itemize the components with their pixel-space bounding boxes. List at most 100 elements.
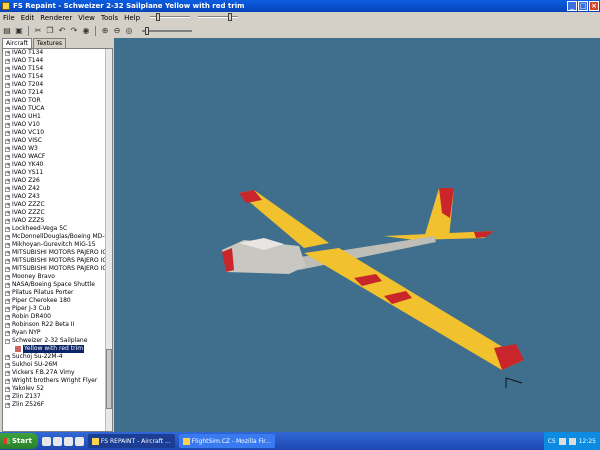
expand-toggle-icon[interactable]: −	[5, 338, 10, 344]
tree-item[interactable]: + Robin DR400	[3, 313, 112, 321]
expand-toggle-icon[interactable]: +	[5, 202, 10, 208]
tree-item[interactable]: + IVAO VC10	[3, 129, 112, 137]
quick-launch-icon[interactable]	[74, 436, 84, 446]
expand-toggle-icon[interactable]: +	[5, 290, 10, 296]
tree-item[interactable]: + IVAO W3	[3, 145, 112, 153]
slider-thumb[interactable]	[156, 13, 161, 21]
slider-thumb[interactable]	[227, 13, 232, 21]
tree-item[interactable]: + IVAO Z43	[3, 193, 112, 201]
expand-toggle-icon[interactable]: +	[5, 282, 10, 288]
tree-item[interactable]: + MITSUBISHI MOTORS PAJERO IO	[3, 257, 112, 265]
tree-item[interactable]: + Zlin Z526F	[3, 401, 112, 409]
tab-textures[interactable]: Textures	[32, 38, 67, 48]
expand-toggle-icon[interactable]: +	[5, 370, 10, 376]
model-viewport[interactable]	[114, 38, 600, 432]
close-button[interactable]: ×	[589, 1, 599, 11]
expand-toggle-icon[interactable]: +	[5, 330, 10, 336]
light-slider-1[interactable]	[150, 13, 190, 21]
tree-item[interactable]: + Mikhoyan-Gurevitch MiG-15	[3, 241, 112, 249]
expand-toggle-icon[interactable]: +	[5, 162, 10, 168]
quick-launch-icon[interactable]	[41, 436, 51, 446]
tree-item[interactable]: − Schweizer 2-32 Sailplane	[3, 337, 112, 345]
zoom-slider[interactable]	[142, 26, 192, 36]
menu-edit[interactable]: Edit	[18, 14, 38, 22]
expand-toggle-icon[interactable]: +	[5, 226, 10, 232]
tree-item[interactable]: + IVAO ZZZC	[3, 201, 112, 209]
start-button[interactable]: Start	[0, 433, 38, 449]
expand-toggle-icon[interactable]: +	[5, 186, 10, 192]
tray-icon[interactable]	[558, 437, 566, 445]
quick-launch-icon[interactable]	[63, 436, 73, 446]
aircraft-tree[interactable]: + IVAO T134 + IVAO T144 + IVAO T154 + IVAO T154…	[2, 48, 113, 432]
tree-item[interactable]: + Piper Cherokee 180	[3, 297, 112, 305]
tree-item[interactable]: + IVAO T154	[3, 73, 112, 81]
tree-item[interactable]: + Piper J-3 Cub	[3, 305, 112, 313]
tree-item[interactable]: + Zlin Z137	[3, 393, 112, 401]
open-icon[interactable]: ▤	[2, 26, 12, 36]
taskbar-item-fsrepaint[interactable]: FS REPAINT - Aircraft ...	[87, 434, 175, 448]
tree-item[interactable]: + Vickers F.B.27A Vimy	[3, 369, 112, 377]
expand-toggle-icon[interactable]: +	[5, 90, 10, 96]
expand-toggle-icon[interactable]: +	[5, 362, 10, 368]
tray-icon[interactable]	[568, 437, 576, 445]
tree-item[interactable]: + Yakolev 52	[3, 385, 112, 393]
tree-item[interactable]: + IVAO YK40	[3, 161, 112, 169]
tab-aircraft[interactable]: Aircraft	[2, 38, 32, 48]
tree-item[interactable]: + IVAO TOR	[3, 97, 112, 105]
tree-item[interactable]: + Suchoj Su-22M-4	[3, 353, 112, 361]
expand-toggle-icon[interactable]: +	[5, 274, 10, 280]
tree-item[interactable]: + IVAO TUCA	[3, 105, 112, 113]
expand-toggle-icon[interactable]: +	[5, 218, 10, 224]
expand-toggle-icon[interactable]: +	[5, 178, 10, 184]
expand-toggle-icon[interactable]: +	[5, 298, 10, 304]
light-slider-2[interactable]	[198, 13, 238, 21]
tree-item[interactable]: + Sukhoi SU-26M	[3, 361, 112, 369]
expand-toggle-icon[interactable]: +	[5, 194, 10, 200]
expand-toggle-icon[interactable]: +	[5, 114, 10, 120]
zoom-thumb[interactable]	[144, 27, 149, 35]
tree-scrollbar[interactable]	[105, 49, 112, 431]
tree-item[interactable]: + IVAO Z42	[3, 185, 112, 193]
menu-tools[interactable]: Tools	[98, 14, 121, 22]
tree-item[interactable]: + IVAO YS11	[3, 169, 112, 177]
expand-toggle-icon[interactable]: +	[5, 250, 10, 256]
tree-item[interactable]: + IVAO T214	[3, 89, 112, 97]
tree-item[interactable]: + McDonnellDouglas/Boeing MD-83	[3, 233, 112, 241]
expand-toggle-icon[interactable]: +	[5, 234, 10, 240]
save-icon[interactable]: ▣	[14, 26, 24, 36]
expand-toggle-icon[interactable]: +	[5, 50, 10, 56]
expand-toggle-icon[interactable]: +	[5, 354, 10, 360]
expand-toggle-icon[interactable]: +	[5, 98, 10, 104]
tree-item[interactable]: + IVAO T144	[3, 57, 112, 65]
expand-toggle-icon[interactable]: +	[5, 122, 10, 128]
expand-toggle-icon[interactable]: +	[5, 242, 10, 248]
menu-file[interactable]: File	[0, 14, 18, 22]
menu-help[interactable]: Help	[121, 14, 143, 22]
tree-item[interactable]: + IVAO VISC	[3, 137, 112, 145]
binoculars-icon[interactable]: ◎	[124, 26, 134, 36]
tree-item[interactable]: + IVAO T154	[3, 65, 112, 73]
expand-toggle-icon[interactable]: +	[5, 402, 10, 408]
tree-item[interactable]: + IVAO T134	[3, 49, 112, 57]
tree-item[interactable]: + Wright brothers Wright Flyer	[3, 377, 112, 385]
expand-toggle-icon[interactable]: +	[5, 170, 10, 176]
expand-toggle-icon[interactable]: +	[5, 82, 10, 88]
zoom-in-icon[interactable]: ⊕	[100, 26, 110, 36]
taskbar-item-firefox[interactable]: FlightSim.CZ - Mozilla Fir...	[178, 434, 275, 448]
zoom-out-icon[interactable]: ⊖	[112, 26, 122, 36]
tree-item[interactable]: + Robinson R22 Beta II	[3, 321, 112, 329]
expand-toggle-icon[interactable]: +	[5, 266, 10, 272]
maximize-button[interactable]: □	[578, 1, 588, 11]
expand-toggle-icon[interactable]: +	[5, 314, 10, 320]
menu-renderer[interactable]: Renderer	[37, 14, 75, 22]
scrollbar-thumb[interactable]	[106, 349, 112, 409]
tree-item[interactable]: + IVAO ZZZS	[3, 217, 112, 225]
expand-toggle-icon[interactable]: +	[5, 146, 10, 152]
expand-toggle-icon[interactable]: +	[5, 130, 10, 136]
tree-item-selected-texture[interactable]: Yellow with red trim	[3, 345, 112, 353]
tree-item[interactable]: + IVAO V10	[3, 121, 112, 129]
expand-toggle-icon[interactable]: +	[5, 66, 10, 72]
cut-icon[interactable]: ✂	[33, 26, 43, 36]
tree-item[interactable]: + NASA/Boeing Space Shuttle	[3, 281, 112, 289]
tree-item[interactable]: + IVAO ZZZC	[3, 209, 112, 217]
